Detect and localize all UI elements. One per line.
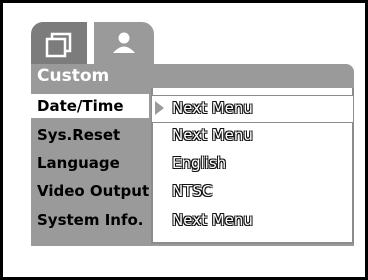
labels-column: Date/Time Sys.Reset Language Video Outpu… <box>31 88 151 246</box>
setup-person-icon <box>113 32 135 53</box>
menu-title: Custom <box>37 66 110 86</box>
tab-camera-mode[interactable] <box>31 22 87 64</box>
value-video-output: NTSC <box>172 182 213 200</box>
camera-mode-icon <box>45 32 72 58</box>
menu-item-date-time[interactable]: Date/Time <box>31 94 149 118</box>
menu-item-language[interactable]: Language <box>37 151 120 175</box>
menu-item-video-output[interactable]: Video Output <box>37 179 149 203</box>
menu-item-system-info[interactable]: System Info. <box>37 208 144 232</box>
selector-arrow-icon <box>155 101 164 115</box>
value-language: English <box>172 154 227 172</box>
menu-item-sys-reset[interactable]: Sys.Reset <box>37 123 120 147</box>
value-sys-reset: Next Menu <box>172 126 253 144</box>
settings-menu: Date/Time Sys.Reset Language Video Outpu… <box>31 88 354 246</box>
tab-setup[interactable] <box>94 22 154 64</box>
menu-header: Custom <box>31 64 354 88</box>
value-date-time: Next Menu <box>172 99 253 117</box>
value-system-info: Next Menu <box>172 211 253 229</box>
